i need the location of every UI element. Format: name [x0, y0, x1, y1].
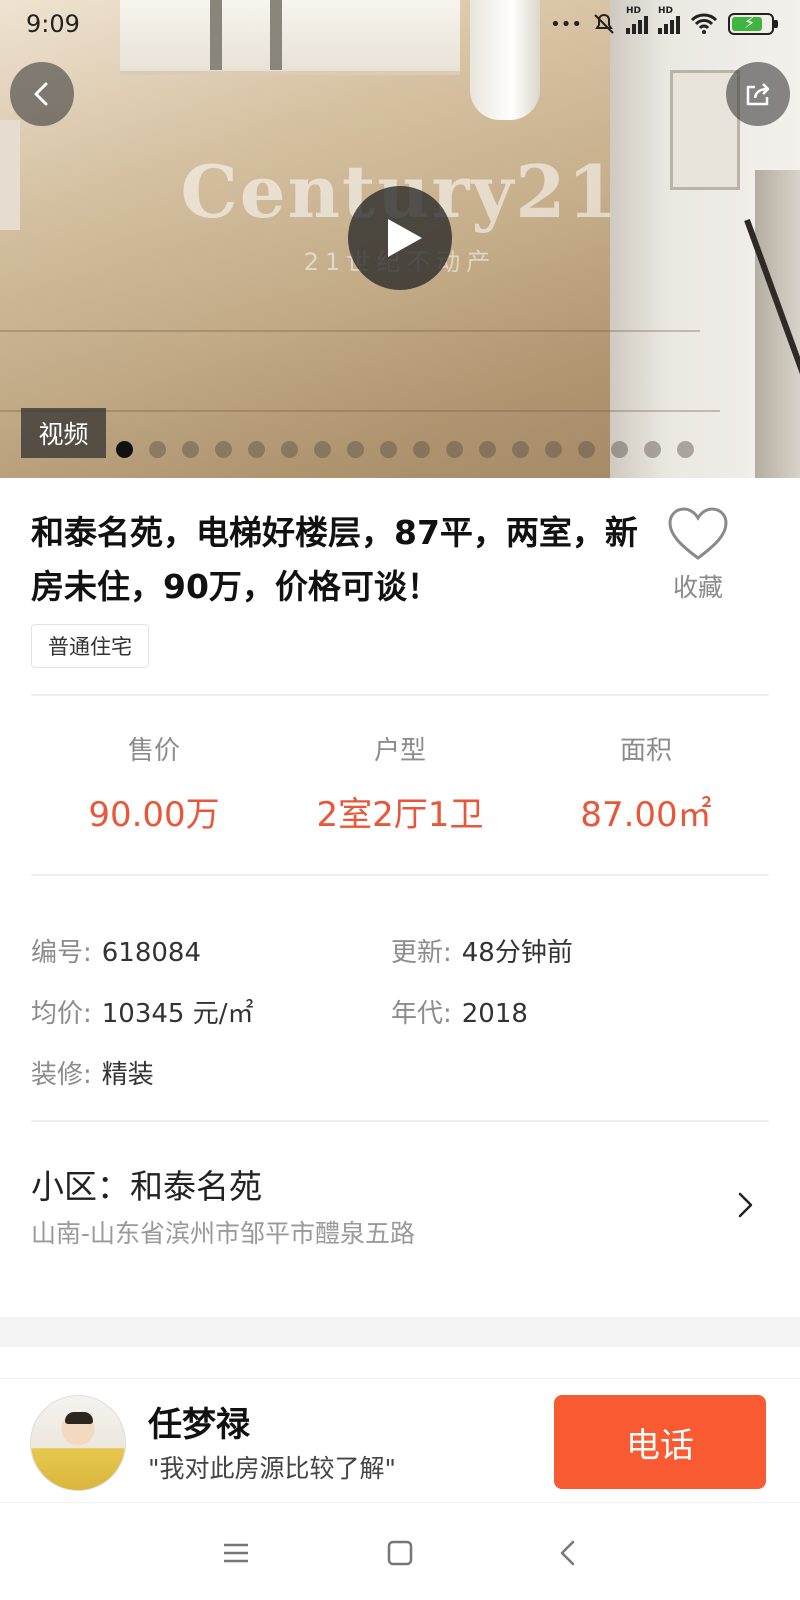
community-address: 山南-山东省滨州市邹平市醴泉五路	[31, 1219, 416, 1248]
signal-hd-label: HD	[626, 6, 642, 16]
detail-label: 编号:	[31, 938, 92, 968]
detail-value: 10345 元/㎡	[101, 999, 254, 1029]
detail-decoration: 装修: 精装	[31, 1054, 391, 1091]
divider	[31, 874, 769, 876]
signal-hd-label: HD	[658, 6, 674, 16]
menu-icon	[224, 1543, 248, 1563]
favorite-label: 收藏	[672, 573, 723, 602]
call-button[interactable]: 电话	[554, 1395, 766, 1489]
gallery-dot[interactable]	[281, 441, 298, 458]
share-button[interactable]	[726, 62, 790, 126]
charging-icon: ⚡	[744, 13, 756, 32]
stat-layout: 户型 2室2厅1卫	[277, 730, 523, 836]
community-title: 小区：和泰名苑	[31, 1167, 262, 1206]
video-tag[interactable]: 视频	[21, 408, 106, 458]
mute-bell-icon	[594, 13, 614, 34]
nav-back-button[interactable]	[548, 1533, 588, 1573]
gallery-dot[interactable]	[611, 441, 628, 458]
gallery-dot[interactable]	[182, 441, 199, 458]
detail-label: 年代:	[391, 999, 452, 1029]
detail-row: 装修: 精装	[31, 1042, 769, 1103]
listing-title: 和泰名苑，电梯好楼层，87平，两室，新房未住，90万，价格可谈！	[31, 513, 638, 606]
status-time: 9:09	[26, 10, 80, 38]
stat-label: 户型	[373, 736, 426, 766]
detail-row: 均价: 10345 元/㎡ 年代: 2018	[31, 981, 769, 1042]
detail-value: 618084	[101, 938, 202, 968]
gallery-dot[interactable]	[677, 441, 694, 458]
play-icon	[388, 219, 422, 257]
gallery-dot[interactable]	[446, 441, 463, 458]
property-type-tag: 普通住宅	[31, 624, 149, 668]
kitchen-counter	[755, 170, 800, 478]
stat-label: 面积	[619, 736, 672, 766]
detail-updated: 更新: 48分钟前	[391, 932, 751, 969]
detail-id: 编号: 618084	[31, 932, 391, 969]
stat-value: 87.00㎡	[580, 795, 712, 835]
system-nav-bar	[0, 1502, 800, 1600]
chevron-left-icon	[34, 82, 48, 106]
chevron-right-icon[interactable]	[730, 1190, 760, 1220]
stat-price: 售价 90.00万	[31, 730, 277, 836]
gallery-dot[interactable]	[545, 441, 562, 458]
photo-gallery[interactable]: Century21 21世纪不动产 9:09 ••• HD HD	[0, 0, 800, 478]
back-arrow-icon	[560, 1540, 575, 1566]
gallery-dot[interactable]	[644, 441, 661, 458]
stat-label: 售价	[127, 736, 180, 766]
gallery-dot[interactable]	[215, 441, 232, 458]
detail-avg-price: 均价: 10345 元/㎡	[31, 993, 391, 1030]
floor-tile-line	[0, 330, 700, 332]
gallery-dot[interactable]	[479, 441, 496, 458]
wifi-icon	[690, 13, 718, 34]
listing-header: 和泰名苑，电梯好楼层，87平，两室，新房未住，90万，价格可谈！ 普通住宅	[31, 506, 651, 668]
status-bar: 9:09 ••• HD HD ⚡	[0, 0, 800, 48]
section-gap	[0, 1317, 800, 1347]
gallery-pagination	[116, 441, 694, 458]
gallery-dot[interactable]	[380, 441, 397, 458]
divider	[31, 1120, 769, 1122]
divider	[31, 694, 769, 696]
stat-value: 2室2厅1卫	[316, 795, 484, 835]
listing-details: 编号: 618084 更新: 48分钟前 均价: 10345 元/㎡ 年代: 2018 …	[31, 920, 769, 1103]
agent-contact-bar: 任梦禄 "我对此房源比较了解" 电话	[0, 1378, 800, 1501]
agent-avatar[interactable]	[30, 1395, 126, 1491]
gallery-dot[interactable]	[248, 441, 265, 458]
stat-area: 面积 87.00㎡	[523, 730, 769, 836]
gallery-dot[interactable]	[347, 441, 364, 458]
gallery-dot[interactable]	[116, 441, 133, 458]
agent-note: "我对此房源比较了解"	[148, 1454, 396, 1483]
detail-year: 年代: 2018	[391, 993, 751, 1030]
detail-label: 更新:	[391, 938, 452, 968]
detail-label: 装修:	[31, 1060, 92, 1090]
gallery-dot[interactable]	[314, 441, 331, 458]
play-video-button[interactable]	[348, 186, 452, 290]
detail-label: 均价:	[31, 999, 92, 1029]
floor-tile-line	[0, 410, 720, 412]
system-icons: ••• HD HD ⚡	[550, 6, 778, 36]
more-dots-icon: •••	[550, 13, 582, 35]
nav-menu-button[interactable]	[216, 1533, 256, 1573]
signal-icon: HD	[658, 6, 680, 34]
home-square-icon	[387, 1540, 413, 1566]
signal-icon: HD	[626, 6, 648, 34]
gallery-dot[interactable]	[413, 441, 430, 458]
share-icon	[746, 83, 770, 106]
stat-value: 90.00万	[88, 795, 220, 835]
gallery-dot[interactable]	[578, 441, 595, 458]
heart-icon	[668, 507, 728, 560]
left-wall	[0, 120, 20, 230]
back-button[interactable]	[10, 62, 74, 126]
nav-home-button[interactable]	[380, 1533, 420, 1573]
gallery-dot[interactable]	[149, 441, 166, 458]
agent-name[interactable]: 任梦禄	[148, 1397, 250, 1446]
detail-value: 48分钟前	[461, 938, 573, 968]
favorite-button[interactable]: 收藏	[658, 506, 738, 604]
detail-value: 2018	[461, 999, 528, 1029]
avatar-hair	[65, 1412, 93, 1424]
key-stats: 售价 90.00万 户型 2室2厅1卫 面积 87.00㎡	[31, 730, 769, 836]
detail-value: 精装	[101, 1060, 154, 1090]
community-row[interactable]: 小区：和泰名苑 山南-山东省滨州市邹平市醴泉五路	[31, 1160, 769, 1250]
detail-row: 编号: 618084 更新: 48分钟前	[31, 920, 769, 981]
gallery-dot[interactable]	[512, 441, 529, 458]
battery-icon: ⚡	[728, 13, 778, 35]
